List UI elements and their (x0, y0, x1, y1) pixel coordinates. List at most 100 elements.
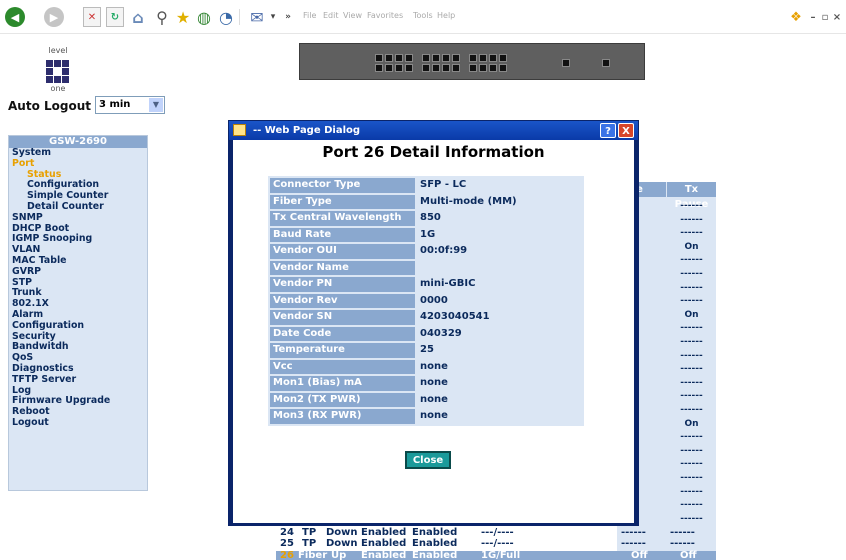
logo-block (54, 76, 61, 83)
detail-label: Baud Rate (270, 227, 415, 242)
search-icon[interactable]: ⚲ (152, 7, 172, 27)
switch-front-panel-image (299, 43, 645, 80)
switch-port (422, 54, 430, 62)
table-cell: ------ (621, 538, 646, 549)
table-cell: Enabled (361, 550, 407, 560)
dialog-body: Port 26 Detail Information Connector Typ… (233, 140, 634, 523)
close-dialog-button[interactable]: X (618, 123, 634, 138)
chevron-down-icon[interactable]: ▾ (268, 7, 278, 27)
tx-pause-header: Tx Pause (667, 182, 716, 210)
table-cell: Enabled (412, 538, 458, 549)
auto-logout-value: 3 min (99, 99, 131, 110)
detail-label: Tx Central Wavelength (270, 211, 415, 226)
detail-row: Baud Rate 1G (270, 227, 582, 242)
menu-edit[interactable]: Edit (323, 11, 339, 20)
chevron-down-icon[interactable]: ▼ (149, 98, 163, 112)
close-window-icon[interactable]: × (832, 7, 842, 27)
switch-port (479, 64, 487, 72)
table-cell: ------ (670, 527, 695, 538)
logo-block (46, 68, 53, 75)
table-cell: TP (302, 538, 317, 549)
detail-row: Connector Type SFP - LC (270, 178, 582, 193)
menu-file[interactable]: File (303, 11, 316, 20)
table-cell: 24 (280, 527, 294, 538)
detail-row: Vendor OUI 00:0f:99 (270, 244, 582, 259)
menu-tools[interactable]: Tools (413, 11, 433, 20)
browser-window: ◀ ▶ ✕ ↻ ⌂ ⚲ ★ ◍ ◔ ✉ ▾ » File Edit View F… (0, 0, 846, 560)
levelone-logo: level one (36, 46, 80, 94)
detail-value: 00:0f:99 (417, 244, 582, 259)
sidebar-item[interactable]: Configuration (9, 320, 147, 332)
forward-icon[interactable]: ▶ (44, 7, 64, 27)
menu-help[interactable]: Help (437, 11, 455, 20)
dialog-window-icon (233, 124, 246, 136)
detail-row: Mon3 (RX PWR) none (270, 409, 582, 424)
detail-row: Mon1 (Bias) mA none (270, 376, 582, 391)
detail-value: 0000 (417, 293, 582, 308)
switch-port (432, 64, 440, 72)
switch-port (469, 54, 477, 62)
detail-label: Vendor OUI (270, 244, 415, 259)
detail-value: SFP - LC (417, 178, 582, 193)
switch-port (432, 54, 440, 62)
auto-logout-label: Auto Logout (8, 99, 91, 113)
home-icon[interactable]: ⌂ (128, 7, 148, 27)
sidebar-item[interactable]: TFTP Server (9, 374, 147, 386)
switch-port (562, 59, 570, 67)
sidebar-item[interactable]: Port (9, 158, 147, 170)
table-cell: Enabled (412, 527, 458, 538)
stop-icon[interactable]: ✕ (83, 7, 101, 27)
close-button[interactable]: Close (405, 451, 451, 469)
favorites-star-icon[interactable]: ★ (173, 7, 193, 27)
help-button[interactable]: ? (600, 123, 616, 138)
overflow-chevron-icon[interactable]: » (282, 7, 294, 27)
detail-label: Temperature (270, 343, 415, 358)
switch-port (499, 54, 507, 62)
switch-port (395, 64, 403, 72)
detail-row: Vendor PN mini-GBIC (270, 277, 582, 292)
detail-row: Vendor Name (270, 260, 582, 275)
detail-row: Temperature 25 (270, 343, 582, 358)
switch-port (385, 54, 393, 62)
table-cell: Down (326, 538, 358, 549)
restore-icon[interactable]: ▫ (820, 7, 830, 27)
detail-value: none (417, 359, 582, 374)
table-cell: Fiber (298, 550, 328, 560)
detail-row: Tx Central Wavelength 850 (270, 211, 582, 226)
menu-favorites[interactable]: Favorites (367, 11, 403, 20)
detail-value: 4203040541 (417, 310, 582, 325)
windows-logo-icon: ❖ (790, 9, 802, 25)
switch-port (375, 64, 383, 72)
switch-port (385, 64, 393, 72)
auto-logout-select[interactable]: 3 min ▼ (95, 96, 165, 114)
refresh-icon[interactable]: ↻ (106, 7, 124, 27)
minimize-icon[interactable]: – (808, 7, 818, 27)
detail-value: Multi-mode (MM) (417, 194, 582, 209)
switch-port (405, 64, 413, 72)
sidebar-item[interactable]: SNMP (9, 212, 147, 224)
detail-value (417, 260, 582, 275)
history-icon[interactable]: ◔ (216, 7, 236, 27)
sidebar-item[interactable]: Logout (9, 417, 147, 429)
table-cell: ------ (680, 513, 703, 524)
detail-value: none (417, 409, 582, 424)
table-cell: Up (331, 550, 347, 560)
detail-row: Vcc none (270, 359, 582, 374)
sidebar-item[interactable]: GVRP (9, 266, 147, 278)
sidebar: GSW-2690 System Port Status Configuration Si… (8, 135, 148, 491)
table-cell: Enabled (361, 527, 407, 538)
dialog-titlebar[interactable]: -- Web Page Dialog ? X (229, 121, 638, 140)
web-page-dialog: -- Web Page Dialog ? X Port 26 Detail In… (228, 120, 639, 526)
logo-block (62, 76, 69, 83)
detail-label: Vcc (270, 359, 415, 374)
back-icon[interactable]: ◀ (5, 7, 25, 27)
detail-value: 25 (417, 343, 582, 358)
menu-view[interactable]: View (343, 11, 362, 20)
logo-block (54, 60, 61, 67)
table-cell: TP (302, 527, 317, 538)
media-icon[interactable]: ◍ (194, 7, 214, 27)
switch-port (442, 54, 450, 62)
detail-value: none (417, 392, 582, 407)
mail-icon[interactable]: ✉ (247, 7, 267, 27)
switch-port (489, 64, 497, 72)
